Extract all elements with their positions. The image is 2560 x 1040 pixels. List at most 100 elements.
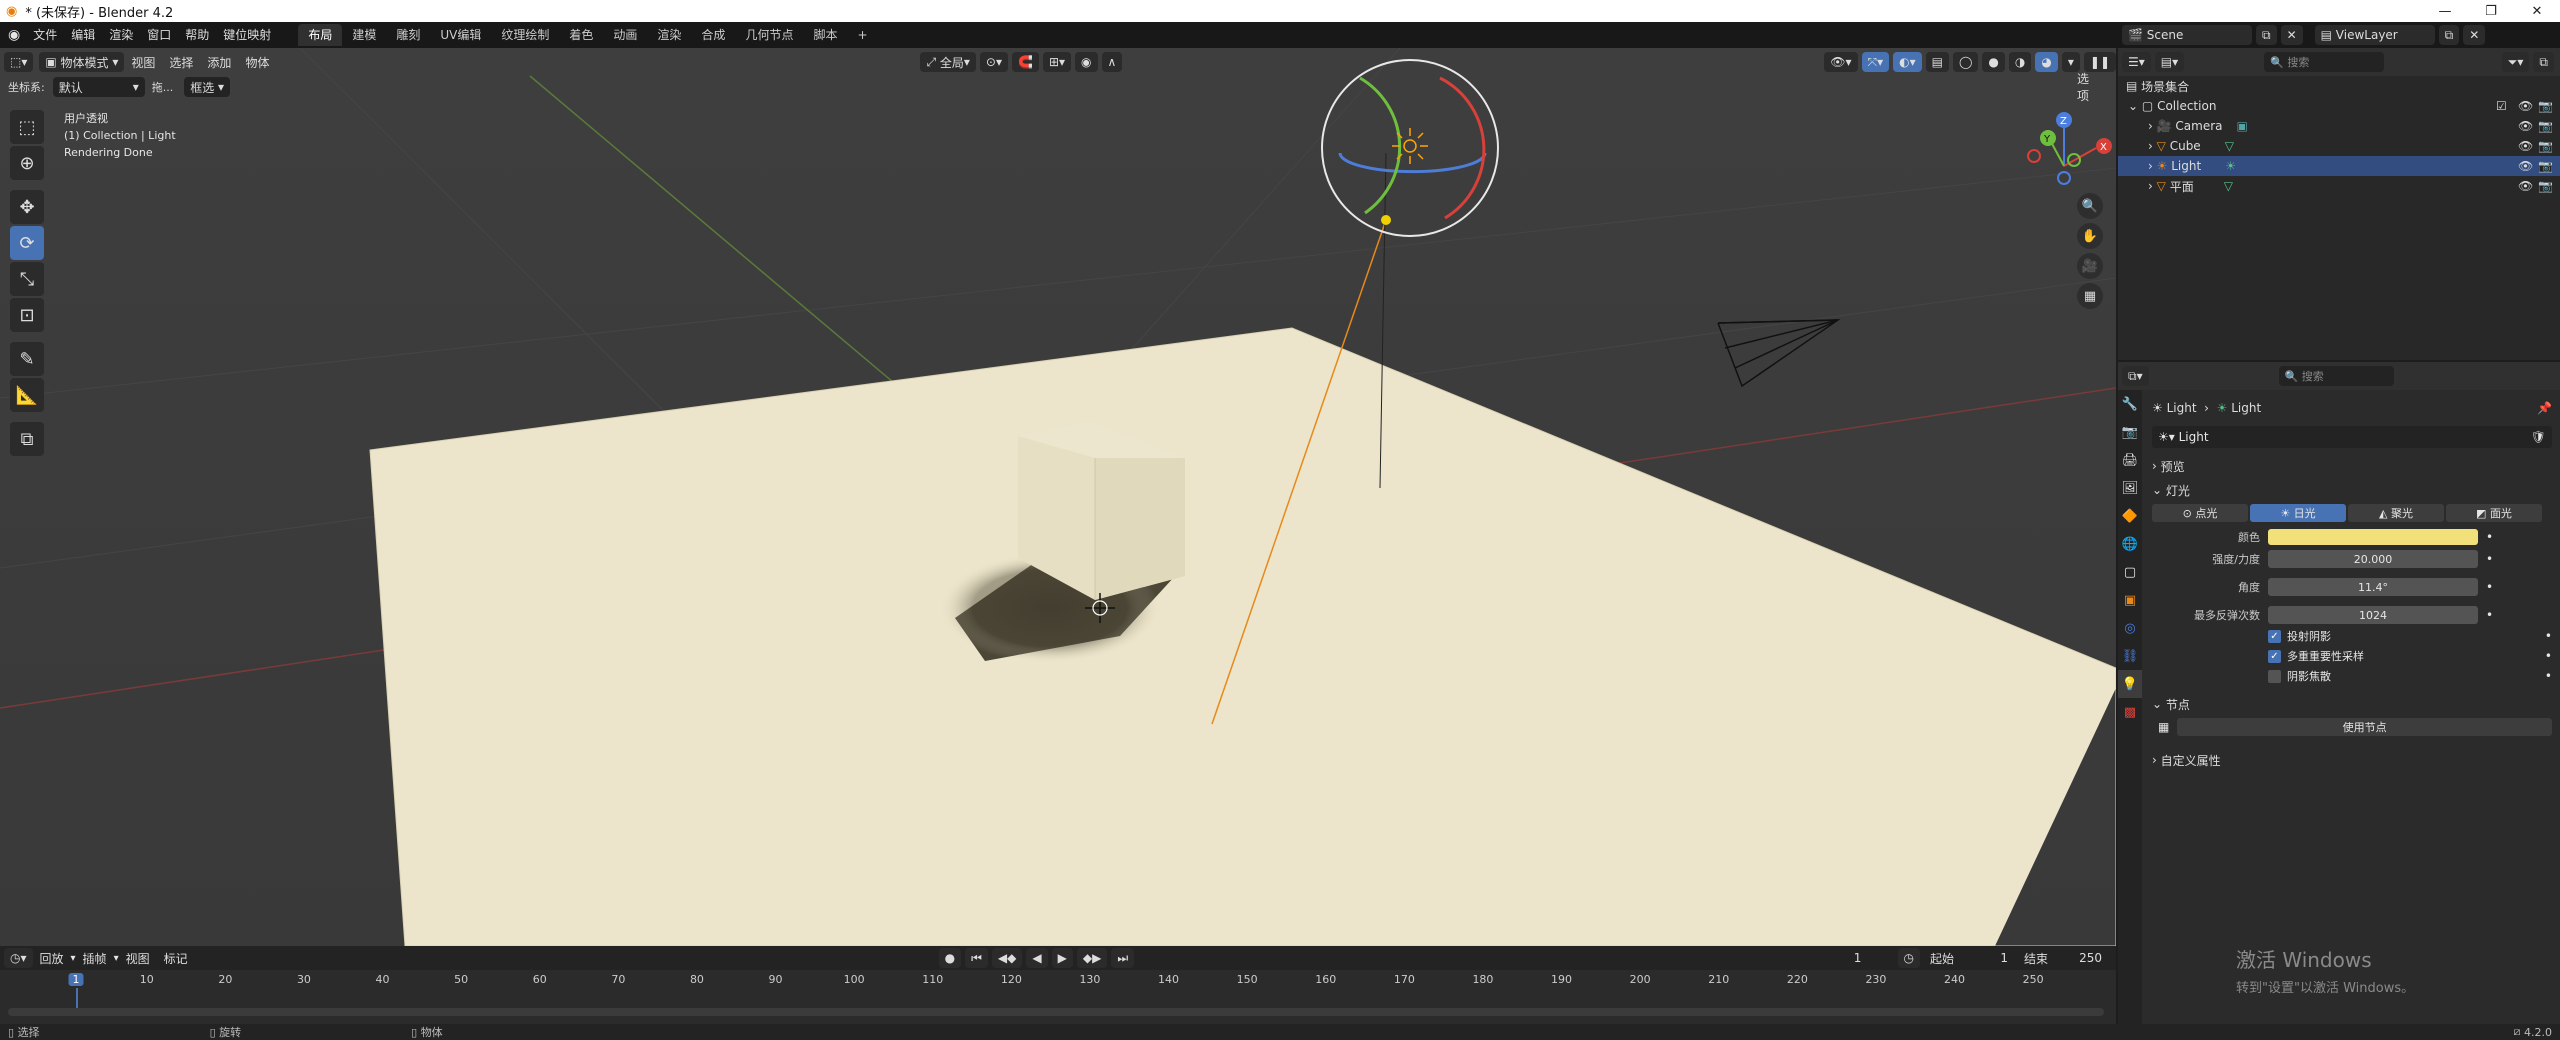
zoom-icon[interactable]: 🔍 [2077,193,2103,219]
scale-tool-icon[interactable]: ⤡ [10,262,44,296]
panel-nodes[interactable]: ⌄ 节点 [2152,692,2552,716]
xray-toggle[interactable]: ▤ [1925,52,1949,72]
workspace-tab-scripting[interactable]: 脚本 [803,24,847,46]
shading-material[interactable]: ◑ [2008,52,2032,72]
caustics-checkbox[interactable] [2268,669,2281,683]
perspective-grid-icon[interactable]: ▦ [2077,283,2103,309]
cast-shadow-row[interactable]: ✓ 投射阴影 • [2268,626,2552,646]
visibility-dropdown[interactable]: 👁▾ [1824,52,1858,72]
prev-key-icon[interactable]: ◀◆ [991,948,1023,968]
viewport-menu-add[interactable]: 添加 [200,54,238,71]
properties-editor-type[interactable]: ⧉▾ [2122,366,2149,386]
viewport-menu-object[interactable]: 物体 [238,54,276,71]
pan-hand-icon[interactable]: ✋ [2077,223,2103,249]
light-type-sun[interactable]: ☀ 日光 [2250,504,2346,522]
select-box-dropdown[interactable]: 框选 ▾ [184,77,231,97]
menu-file[interactable]: 文件 [26,22,64,48]
menu-render[interactable]: 渲染 [102,22,140,48]
expand-chevron-icon[interactable]: › [2148,179,2153,193]
camera-render-icon[interactable]: 📷 [2538,99,2553,113]
gizmo-toggle[interactable]: ⤧▾ [1861,52,1890,72]
view-layer-selector[interactable]: ▤ ViewLayer [2314,25,2435,45]
overlay-toggle[interactable]: ◐▾ [1893,52,1922,72]
menu-keymap[interactable]: 键位映射 [216,22,278,48]
options-button[interactable]: 选项 [2070,70,2096,104]
workspace-tab-texture-paint[interactable]: 纹理绘制 [491,24,559,46]
shading-solid[interactable]: ● [1982,52,2005,72]
play-reverse-icon[interactable]: ◀ [1026,948,1048,968]
current-frame-field[interactable]: 1 [1821,948,1894,968]
new-view-layer-icon[interactable]: ⧉ [2438,25,2460,45]
eye-icon[interactable]: 👁 [2518,99,2533,113]
workspace-tab-rendering[interactable]: 渲染 [647,24,691,46]
close-button[interactable]: ✕ [2514,0,2560,22]
blender-menu-icon[interactable]: ◉ [8,27,20,43]
add-cube-tool-icon[interactable]: ⧉ [10,422,44,456]
camera-render-icon[interactable]: 📷 [2538,159,2553,173]
timeline-menu-playback[interactable]: 回放 [33,950,71,967]
panel-preview[interactable]: › 预览 [2152,454,2552,478]
collection-row[interactable]: ⌄ ▢ Collection ☑ 👁 📷 [2118,96,2560,116]
workspace-tab-layout[interactable]: 布局 [298,24,343,46]
keyframe-dot-icon[interactable]: • [2545,629,2552,643]
shading-options[interactable]: ▾ [2061,52,2080,72]
object-tab-icon[interactable]: ▣ [2118,586,2142,614]
jump-start-icon[interactable]: ⏮ [965,948,988,968]
mis-row[interactable]: ✓ 多重重要性采样 • [2268,646,2552,666]
minimize-button[interactable]: — [2422,0,2468,22]
rotate-tool-icon[interactable]: ⟳ [10,226,44,260]
delete-view-layer-icon[interactable]: ✕ [2463,25,2486,45]
pivot-point-dropdown[interactable]: ⊙▾ [979,52,1008,72]
light-type-point[interactable]: ⊙ 点光 [2152,504,2248,522]
new-scene-icon[interactable]: ⧉ [2256,25,2277,45]
frame-ruler[interactable]: 1 10 20 30 40 50 60 70 80 90 100 110 120 130 140 150 160… [0,970,2116,1012]
tool-tab-icon[interactable]: 🔧 [2118,390,2142,418]
workspace-tab-geometry-nodes[interactable]: 几何节点 [735,24,803,46]
timeline-menu-keying[interactable]: 插帧 [76,950,114,967]
workspace-tab-modeling[interactable]: 建模 [342,24,386,46]
3d-viewport[interactable]: Z X Y ⬚ ▾ ▣ 物体模式 ▾ 视图 选择 添加 物体 ⤢ 全局 ▾ ⊙▾ 🧲… [0,48,2116,946]
mode-dropdown[interactable]: ▣ 物体模式 ▾ [39,52,125,72]
jump-end-icon[interactable]: ⏭ [1111,948,1135,968]
cursor-tool-icon[interactable]: ⊕ [10,146,44,180]
expand-chevron-icon[interactable]: › [2148,159,2153,173]
timeline-editor-type[interactable]: ◷▾ [4,948,33,968]
outliner-editor-type[interactable]: ☰▾ [2122,52,2151,72]
workspace-tab-shading[interactable]: 着色 [559,24,603,46]
bounces-field[interactable]: 1024 [2268,606,2478,624]
camera-render-icon[interactable]: 📷 [2538,179,2553,193]
menu-window[interactable]: 窗口 [140,22,178,48]
keyframe-dot-icon[interactable]: • [2486,580,2493,594]
outliner-item-cube[interactable]: › ▽ Cube ▽ 👁 📷 [2118,136,2560,156]
outliner-item-plane[interactable]: › ▽ 平面 ▽ 👁 📷 [2118,176,2560,196]
texture-tab-icon[interactable]: ▩ [2118,698,2142,726]
timeline-scrollbar[interactable] [8,1008,2104,1016]
datablock-selector[interactable]: ☀▾ Light 🛡 [2152,426,2552,448]
auto-key-toggle[interactable]: ● [938,948,962,968]
light-data-tab-icon[interactable]: 💡 [2118,670,2142,698]
panel-custom-properties[interactable]: › 自定义属性 [2152,748,2552,772]
move-tool-icon[interactable]: ✥ [10,190,44,224]
eye-icon[interactable]: 👁 [2518,139,2533,153]
keyframe-dot-icon[interactable]: • [2545,649,2552,663]
viewport-menu-select[interactable]: 选择 [162,54,200,71]
properties-search[interactable]: 🔍 搜索 [2278,366,2394,386]
timeline-menu-view[interactable]: 视图 [119,950,157,967]
angle-field[interactable]: 11.4° [2268,578,2478,596]
constraints-tab-icon[interactable]: ⛓ [2118,642,2142,670]
render-tab-icon[interactable]: 📷 [2118,418,2142,446]
timeline-menu-marker[interactable]: 标记 [157,950,195,967]
fake-user-icon[interactable]: 🛡 [2531,430,2546,444]
select-box-tool-icon[interactable]: ⬚ [10,110,44,144]
shading-rendered[interactable]: ◕ [2035,52,2058,72]
pause-render-button[interactable]: ❚❚ [2083,52,2116,72]
scene-collection-row[interactable]: ▤ 场景集合 [2118,76,2560,96]
play-icon[interactable]: ▶ [1051,948,1073,968]
start-frame-field[interactable]: 起始 1 [1924,948,2014,968]
add-workspace-icon[interactable]: + [847,24,877,46]
orient-dropdown[interactable]: 默认 ▾ [52,77,145,97]
expand-chevron-icon[interactable]: › [2148,139,2153,153]
delete-scene-icon[interactable]: ✕ [2280,25,2303,45]
transform-tool-icon[interactable]: ⊡ [10,298,44,332]
workspace-tab-compositing[interactable]: 合成 [691,24,735,46]
